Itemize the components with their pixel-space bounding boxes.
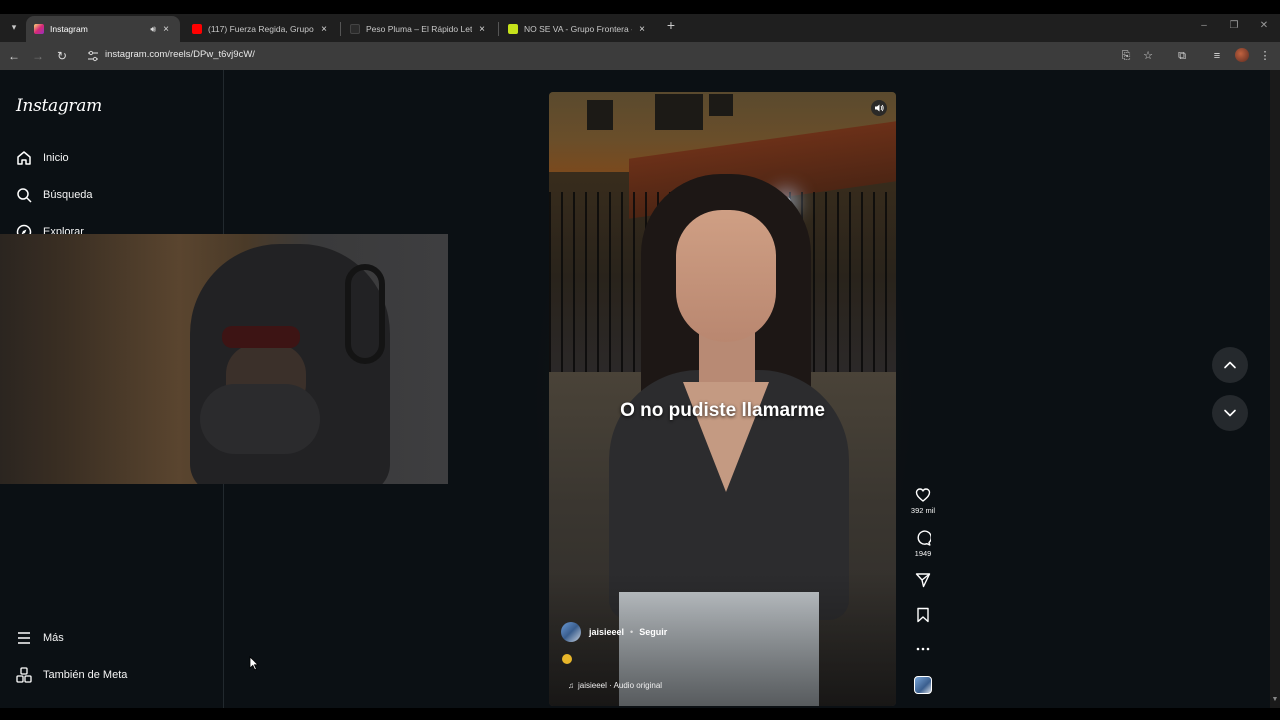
sidebar-item-inicio[interactable]: Inicio bbox=[16, 147, 69, 169]
comment-icon[interactable] bbox=[915, 530, 931, 546]
page-scrollbar[interactable] bbox=[1270, 70, 1280, 708]
address-toolbar: ← → ↻ instagram.com/reels/DPw_t6vj9cW/ ⎘… bbox=[0, 42, 1280, 70]
window-top-edge bbox=[0, 0, 1280, 14]
tab-instagram[interactable]: Instagram 🔊︎ × bbox=[26, 16, 180, 42]
forward-button[interactable]: → bbox=[30, 48, 46, 64]
webcam-headset bbox=[345, 264, 385, 364]
follow-button[interactable]: Seguir bbox=[639, 627, 667, 637]
menu-icon bbox=[18, 632, 30, 644]
instagram-logo[interactable]: Instagram bbox=[16, 96, 102, 116]
video-face bbox=[676, 210, 776, 342]
site-settings-icon[interactable] bbox=[87, 50, 99, 62]
video-window bbox=[587, 100, 613, 130]
audio-thumbnail[interactable] bbox=[914, 676, 932, 694]
browser-menu-icon[interactable]: ⋮ bbox=[1258, 49, 1272, 63]
youtube-favicon-icon bbox=[192, 24, 202, 34]
sidebar-item-label: Inicio bbox=[43, 152, 69, 164]
sidebar-item-label: Más bbox=[43, 632, 64, 644]
reel-author-row: jaisieeel • Seguir bbox=[561, 622, 667, 642]
tab-label: Peso Pluma – El Rápido Letra | G bbox=[366, 24, 472, 34]
tab-close-button[interactable]: × bbox=[636, 24, 648, 35]
share-action[interactable] bbox=[910, 572, 936, 588]
media-controls-icon[interactable]: ≡ bbox=[1210, 49, 1224, 63]
url-field[interactable]: instagram.com/reels/DPw_t6vj9cW/ bbox=[105, 49, 255, 60]
chevron-down-icon bbox=[1224, 409, 1236, 417]
scroll-down-arrow-icon[interactable]: ▼ bbox=[1271, 696, 1279, 703]
home-icon bbox=[17, 151, 31, 165]
window-close-icon[interactable]: ✕ bbox=[1257, 20, 1271, 31]
sidebar-item-tambien-de-meta[interactable]: También de Meta bbox=[16, 664, 127, 686]
tab-lyrics-site[interactable]: Peso Pluma – El Rápido Letra | G × bbox=[342, 16, 496, 42]
likes-count: 392 mil bbox=[910, 506, 936, 515]
site-favicon-icon bbox=[350, 24, 360, 34]
mouse-cursor-icon bbox=[249, 656, 259, 671]
tab-close-button[interactable]: × bbox=[160, 24, 172, 35]
restore-icon[interactable]: ❐ bbox=[1227, 20, 1241, 31]
reel-audio[interactable]: ♫ jaisieeel · Audio original bbox=[568, 681, 662, 690]
tab-letras[interactable]: NO SE VA - Grupo Frontera - Le × bbox=[500, 16, 656, 42]
tab-separator bbox=[498, 22, 499, 36]
tab-label: Instagram bbox=[50, 24, 88, 34]
author-avatar[interactable] bbox=[561, 622, 581, 642]
tab-close-button[interactable]: × bbox=[318, 24, 330, 35]
sidebar-item-mas[interactable]: Más bbox=[16, 627, 64, 649]
chevron-up-icon bbox=[1224, 361, 1236, 369]
sidebar-item-label: Búsqueda bbox=[43, 189, 93, 201]
tab-youtube[interactable]: (117) Fuerza Regida, Grupo Fro × bbox=[184, 16, 338, 42]
profile-avatar[interactable] bbox=[1235, 48, 1249, 62]
sidebar-item-busqueda[interactable]: Búsqueda bbox=[16, 184, 93, 206]
reel-caption: O no pudiste llamarme bbox=[620, 400, 825, 421]
audio-label: jaisieeel · Audio original bbox=[578, 681, 663, 690]
back-button[interactable]: ← bbox=[6, 48, 22, 64]
next-reel-button[interactable] bbox=[1212, 395, 1248, 431]
tab-strip: ▾ Instagram 🔊︎ × (117) Fuerza Regida, Gr… bbox=[0, 14, 1280, 42]
extensions-icon[interactable]: ⧉ bbox=[1175, 49, 1189, 63]
audio-playing-icon[interactable]: 🔊︎ bbox=[150, 24, 156, 35]
webcam-sunglasses bbox=[222, 326, 300, 348]
search-icon bbox=[17, 188, 32, 203]
tab-separator bbox=[340, 22, 341, 36]
separator-dot: • bbox=[630, 627, 634, 637]
bookmark-icon[interactable] bbox=[915, 607, 931, 623]
letras-favicon-icon bbox=[508, 24, 518, 34]
reload-button[interactable]: ↻ bbox=[54, 48, 70, 64]
meta-apps-icon bbox=[16, 667, 32, 683]
share-icon[interactable] bbox=[915, 572, 931, 588]
more-options-action[interactable] bbox=[910, 641, 936, 657]
tab-search-button[interactable]: ▾ bbox=[5, 18, 23, 36]
reel-video[interactable] bbox=[549, 92, 896, 706]
tab-label: NO SE VA - Grupo Frontera - Le bbox=[524, 24, 632, 34]
heart-icon[interactable] bbox=[915, 487, 931, 503]
previous-reel-button[interactable] bbox=[1212, 347, 1248, 383]
install-app-icon[interactable]: ⎘ bbox=[1119, 49, 1133, 63]
author-name[interactable]: jaisieeel bbox=[589, 627, 624, 637]
webcam-hand bbox=[200, 384, 320, 454]
music-note-icon: ♫ bbox=[568, 681, 574, 690]
video-window bbox=[709, 94, 733, 116]
like-action[interactable]: 392 mil bbox=[910, 487, 936, 515]
webcam-overlay bbox=[0, 234, 448, 484]
instagram-favicon-icon bbox=[34, 24, 44, 34]
bookmark-star-icon[interactable]: ☆ bbox=[1141, 49, 1155, 63]
comment-action[interactable]: 1949 bbox=[910, 530, 936, 558]
new-tab-button[interactable]: + bbox=[664, 18, 678, 32]
save-action[interactable] bbox=[910, 607, 936, 623]
sound-toggle-icon[interactable] bbox=[871, 100, 887, 116]
video-window bbox=[655, 94, 703, 130]
comments-count: 1949 bbox=[914, 549, 932, 558]
sidebar-item-label: También de Meta bbox=[43, 669, 128, 681]
window-bottom-edge bbox=[0, 708, 1280, 720]
tab-label: (117) Fuerza Regida, Grupo Fro bbox=[208, 24, 314, 34]
emoji-icon bbox=[562, 654, 572, 664]
more-icon[interactable] bbox=[915, 641, 931, 657]
tab-close-button[interactable]: × bbox=[476, 24, 488, 35]
minimize-icon[interactable]: – bbox=[1197, 20, 1211, 31]
